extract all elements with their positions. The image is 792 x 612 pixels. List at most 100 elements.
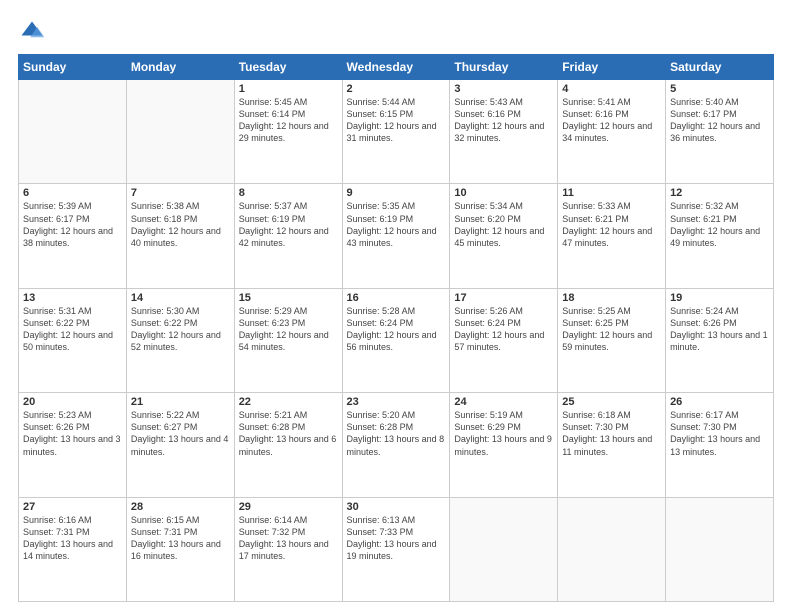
weekday-header: Friday	[558, 55, 666, 80]
day-info: Sunrise: 5:40 AM Sunset: 6:17 PM Dayligh…	[670, 96, 769, 145]
day-number: 12	[670, 187, 769, 199]
calendar-cell: 20Sunrise: 5:23 AM Sunset: 6:26 PM Dayli…	[19, 393, 127, 497]
calendar-cell: 30Sunrise: 6:13 AM Sunset: 7:33 PM Dayli…	[342, 497, 450, 601]
day-info: Sunrise: 5:41 AM Sunset: 6:16 PM Dayligh…	[562, 96, 661, 145]
logo	[18, 18, 50, 46]
day-number: 10	[454, 187, 553, 199]
calendar-cell	[558, 497, 666, 601]
weekday-header: Tuesday	[234, 55, 342, 80]
day-number: 16	[347, 292, 446, 304]
day-info: Sunrise: 5:22 AM Sunset: 6:27 PM Dayligh…	[131, 409, 230, 458]
day-info: Sunrise: 5:32 AM Sunset: 6:21 PM Dayligh…	[670, 200, 769, 249]
day-number: 21	[131, 396, 230, 408]
day-number: 9	[347, 187, 446, 199]
calendar-cell: 3Sunrise: 5:43 AM Sunset: 6:16 PM Daylig…	[450, 80, 558, 184]
calendar-cell: 9Sunrise: 5:35 AM Sunset: 6:19 PM Daylig…	[342, 184, 450, 288]
day-info: Sunrise: 6:15 AM Sunset: 7:31 PM Dayligh…	[131, 514, 230, 563]
calendar-cell	[126, 80, 234, 184]
day-info: Sunrise: 6:18 AM Sunset: 7:30 PM Dayligh…	[562, 409, 661, 458]
calendar-cell	[450, 497, 558, 601]
day-number: 5	[670, 83, 769, 95]
calendar-cell: 7Sunrise: 5:38 AM Sunset: 6:18 PM Daylig…	[126, 184, 234, 288]
calendar-cell: 26Sunrise: 6:17 AM Sunset: 7:30 PM Dayli…	[666, 393, 774, 497]
calendar-week-row: 6Sunrise: 5:39 AM Sunset: 6:17 PM Daylig…	[19, 184, 774, 288]
day-number: 29	[239, 501, 338, 513]
day-info: Sunrise: 5:31 AM Sunset: 6:22 PM Dayligh…	[23, 305, 122, 354]
calendar-week-row: 1Sunrise: 5:45 AM Sunset: 6:14 PM Daylig…	[19, 80, 774, 184]
day-info: Sunrise: 5:19 AM Sunset: 6:29 PM Dayligh…	[454, 409, 553, 458]
calendar-cell: 21Sunrise: 5:22 AM Sunset: 6:27 PM Dayli…	[126, 393, 234, 497]
calendar-cell: 8Sunrise: 5:37 AM Sunset: 6:19 PM Daylig…	[234, 184, 342, 288]
calendar-cell: 11Sunrise: 5:33 AM Sunset: 6:21 PM Dayli…	[558, 184, 666, 288]
calendar-cell: 23Sunrise: 5:20 AM Sunset: 6:28 PM Dayli…	[342, 393, 450, 497]
day-info: Sunrise: 5:37 AM Sunset: 6:19 PM Dayligh…	[239, 200, 338, 249]
calendar-cell: 4Sunrise: 5:41 AM Sunset: 6:16 PM Daylig…	[558, 80, 666, 184]
calendar-cell: 24Sunrise: 5:19 AM Sunset: 6:29 PM Dayli…	[450, 393, 558, 497]
day-number: 25	[562, 396, 661, 408]
day-info: Sunrise: 6:17 AM Sunset: 7:30 PM Dayligh…	[670, 409, 769, 458]
day-number: 28	[131, 501, 230, 513]
day-number: 13	[23, 292, 122, 304]
day-number: 19	[670, 292, 769, 304]
calendar-cell: 1Sunrise: 5:45 AM Sunset: 6:14 PM Daylig…	[234, 80, 342, 184]
day-number: 8	[239, 187, 338, 199]
calendar-cell: 6Sunrise: 5:39 AM Sunset: 6:17 PM Daylig…	[19, 184, 127, 288]
day-info: Sunrise: 5:35 AM Sunset: 6:19 PM Dayligh…	[347, 200, 446, 249]
day-info: Sunrise: 5:25 AM Sunset: 6:25 PM Dayligh…	[562, 305, 661, 354]
calendar-cell: 19Sunrise: 5:24 AM Sunset: 6:26 PM Dayli…	[666, 288, 774, 392]
day-info: Sunrise: 6:13 AM Sunset: 7:33 PM Dayligh…	[347, 514, 446, 563]
weekday-header: Sunday	[19, 55, 127, 80]
day-number: 24	[454, 396, 553, 408]
calendar-cell: 18Sunrise: 5:25 AM Sunset: 6:25 PM Dayli…	[558, 288, 666, 392]
day-info: Sunrise: 5:28 AM Sunset: 6:24 PM Dayligh…	[347, 305, 446, 354]
calendar-header-row: SundayMondayTuesdayWednesdayThursdayFrid…	[19, 55, 774, 80]
calendar-week-row: 27Sunrise: 6:16 AM Sunset: 7:31 PM Dayli…	[19, 497, 774, 601]
day-info: Sunrise: 5:43 AM Sunset: 6:16 PM Dayligh…	[454, 96, 553, 145]
day-number: 14	[131, 292, 230, 304]
weekday-header: Wednesday	[342, 55, 450, 80]
day-number: 11	[562, 187, 661, 199]
calendar-cell: 2Sunrise: 5:44 AM Sunset: 6:15 PM Daylig…	[342, 80, 450, 184]
day-info: Sunrise: 5:24 AM Sunset: 6:26 PM Dayligh…	[670, 305, 769, 354]
day-info: Sunrise: 5:38 AM Sunset: 6:18 PM Dayligh…	[131, 200, 230, 249]
day-number: 3	[454, 83, 553, 95]
day-number: 4	[562, 83, 661, 95]
day-info: Sunrise: 5:30 AM Sunset: 6:22 PM Dayligh…	[131, 305, 230, 354]
calendar-cell: 28Sunrise: 6:15 AM Sunset: 7:31 PM Dayli…	[126, 497, 234, 601]
calendar-cell: 5Sunrise: 5:40 AM Sunset: 6:17 PM Daylig…	[666, 80, 774, 184]
day-info: Sunrise: 5:26 AM Sunset: 6:24 PM Dayligh…	[454, 305, 553, 354]
day-number: 30	[347, 501, 446, 513]
day-info: Sunrise: 6:16 AM Sunset: 7:31 PM Dayligh…	[23, 514, 122, 563]
page: SundayMondayTuesdayWednesdayThursdayFrid…	[0, 0, 792, 612]
day-info: Sunrise: 5:44 AM Sunset: 6:15 PM Dayligh…	[347, 96, 446, 145]
calendar-cell: 17Sunrise: 5:26 AM Sunset: 6:24 PM Dayli…	[450, 288, 558, 392]
day-info: Sunrise: 5:39 AM Sunset: 6:17 PM Dayligh…	[23, 200, 122, 249]
day-number: 22	[239, 396, 338, 408]
calendar-cell	[19, 80, 127, 184]
day-info: Sunrise: 5:33 AM Sunset: 6:21 PM Dayligh…	[562, 200, 661, 249]
day-number: 26	[670, 396, 769, 408]
day-number: 20	[23, 396, 122, 408]
day-number: 17	[454, 292, 553, 304]
day-number: 27	[23, 501, 122, 513]
calendar-cell: 13Sunrise: 5:31 AM Sunset: 6:22 PM Dayli…	[19, 288, 127, 392]
day-number: 6	[23, 187, 122, 199]
calendar-cell: 14Sunrise: 5:30 AM Sunset: 6:22 PM Dayli…	[126, 288, 234, 392]
day-number: 2	[347, 83, 446, 95]
day-number: 1	[239, 83, 338, 95]
day-info: Sunrise: 5:34 AM Sunset: 6:20 PM Dayligh…	[454, 200, 553, 249]
day-info: Sunrise: 5:45 AM Sunset: 6:14 PM Dayligh…	[239, 96, 338, 145]
calendar-cell: 27Sunrise: 6:16 AM Sunset: 7:31 PM Dayli…	[19, 497, 127, 601]
weekday-header: Monday	[126, 55, 234, 80]
day-info: Sunrise: 5:21 AM Sunset: 6:28 PM Dayligh…	[239, 409, 338, 458]
calendar-cell: 12Sunrise: 5:32 AM Sunset: 6:21 PM Dayli…	[666, 184, 774, 288]
calendar-table: SundayMondayTuesdayWednesdayThursdayFrid…	[18, 54, 774, 602]
calendar-week-row: 20Sunrise: 5:23 AM Sunset: 6:26 PM Dayli…	[19, 393, 774, 497]
day-number: 18	[562, 292, 661, 304]
day-info: Sunrise: 5:20 AM Sunset: 6:28 PM Dayligh…	[347, 409, 446, 458]
calendar-cell: 16Sunrise: 5:28 AM Sunset: 6:24 PM Dayli…	[342, 288, 450, 392]
day-number: 23	[347, 396, 446, 408]
calendar-cell: 15Sunrise: 5:29 AM Sunset: 6:23 PM Dayli…	[234, 288, 342, 392]
day-info: Sunrise: 5:23 AM Sunset: 6:26 PM Dayligh…	[23, 409, 122, 458]
weekday-header: Thursday	[450, 55, 558, 80]
